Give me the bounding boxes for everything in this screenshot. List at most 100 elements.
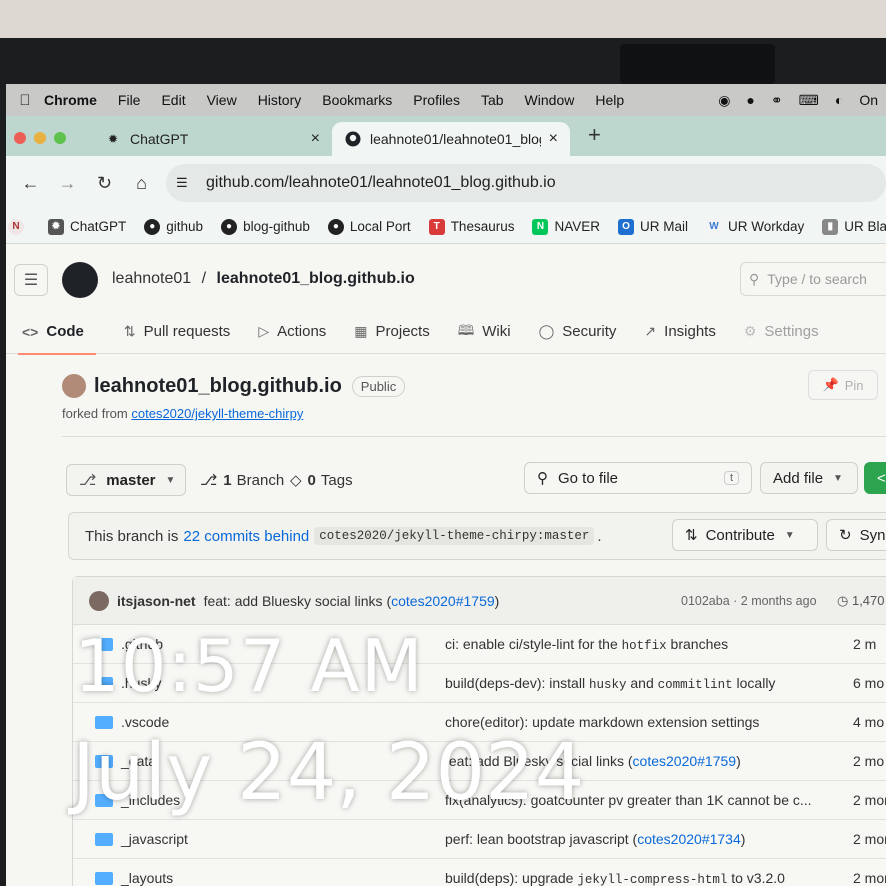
- chevron-down-icon: ▼: [784, 529, 795, 541]
- tab-pull-requests[interactable]: ⇅ Pull requests: [124, 310, 230, 354]
- branches-link[interactable]: ⎇ 1 Branch: [200, 471, 284, 490]
- commits-count[interactable]: ◷ 1,470: [837, 593, 885, 609]
- record-icon[interactable]: ●: [746, 92, 754, 109]
- file-age: 2 mo: [853, 753, 885, 769]
- msg-part: branches: [666, 635, 729, 652]
- commit-message[interactable]: feat: add Bluesky social links (: [204, 593, 392, 609]
- pr-link[interactable]: cotes2020#1734: [637, 831, 741, 847]
- menu-bookmarks[interactable]: Bookmarks: [322, 92, 392, 108]
- naver-icon: N: [532, 218, 549, 235]
- file-row[interactable]: _javascript perf: lean bootstrap javascr…: [73, 820, 886, 859]
- tab-settings[interactable]: ⚙ Settings: [744, 310, 819, 354]
- bookmark-item[interactable]: T Thesaurus: [428, 218, 514, 235]
- tab-code[interactable]: <> Code: [18, 310, 96, 355]
- bookmark-item[interactable]: N NAVER: [532, 218, 600, 235]
- url-text[interactable]: github.com/leahnote01/leahnote01_blog.gi…: [206, 174, 556, 192]
- keyboard-icon[interactable]: ⌨: [799, 92, 819, 109]
- menu-profiles[interactable]: Profiles: [413, 92, 460, 108]
- pin-button[interactable]: 📌 Pin: [808, 370, 878, 400]
- file-commit-message[interactable]: ci: enable ci/style-lint for the hotfix …: [445, 636, 728, 653]
- menu-icon[interactable]: ☰: [14, 264, 48, 296]
- commit-meta[interactable]: 0102aba · 2 months ago: [681, 594, 817, 608]
- go-to-file-input[interactable]: ⚲ Go to file t: [524, 462, 752, 494]
- owner-link[interactable]: leahnote01: [112, 270, 191, 287]
- folder-icon: [95, 871, 113, 885]
- folder-icon: [95, 832, 113, 846]
- github-logo-icon[interactable]: [62, 262, 98, 298]
- msg-part: to v3.2.0: [727, 869, 785, 886]
- file-name[interactable]: _javascript: [121, 831, 188, 847]
- menu-tab[interactable]: Tab: [481, 92, 504, 108]
- bookmark-item[interactable]: ● blog-github: [221, 218, 310, 235]
- menu-history[interactable]: History: [258, 92, 302, 108]
- tray-status-text[interactable]: On: [859, 92, 878, 109]
- sync-fork-button[interactable]: ↻ Syn: [826, 519, 886, 551]
- file-row[interactable]: _layouts build(deps): upgrade jekyll-com…: [73, 859, 886, 886]
- tab-projects[interactable]: ▦ Projects: [354, 310, 429, 354]
- forked-from-link[interactable]: cotes2020/jekyll-theme-chirpy: [131, 406, 303, 421]
- globe-icon: ●: [221, 218, 238, 235]
- file-commit-message[interactable]: build(deps): upgrade jekyll-compress-htm…: [445, 870, 785, 886]
- headphones-icon[interactable]: ⚭: [771, 92, 783, 109]
- repo-name[interactable]: leahnote01_blog.github.io: [94, 375, 342, 398]
- menu-window[interactable]: Window: [525, 92, 575, 108]
- contribute-button[interactable]: ⇅ Contribute ▼: [672, 519, 818, 551]
- menu-app-name[interactable]: Chrome: [44, 92, 97, 108]
- file-age: 2 mon: [853, 792, 886, 808]
- code-button[interactable]: <: [864, 462, 886, 494]
- branch-count: 1: [223, 471, 232, 489]
- site-settings-icon[interactable]: ☰: [176, 175, 200, 191]
- menu-view[interactable]: View: [207, 92, 237, 108]
- minimize-window-icon[interactable]: [34, 132, 46, 144]
- apple-icon[interactable]: : [6, 92, 44, 109]
- tab-github[interactable]: leahnote01/leahnote01_blog.g ×: [332, 122, 570, 156]
- reload-icon[interactable]: ↻: [86, 173, 123, 194]
- menu-file[interactable]: File: [118, 92, 141, 108]
- address-bar[interactable]: ☰ github.com/leahnote01/leahnote01_blog.…: [166, 164, 886, 202]
- tab-wiki[interactable]: 🕮 Wiki: [458, 310, 511, 354]
- msg-part: ): [736, 753, 741, 769]
- branch-select-button[interactable]: ⎇ master ▼: [66, 464, 186, 496]
- close-tab-icon[interactable]: ×: [549, 130, 558, 148]
- bookmark-item[interactable]: O UR Mail: [618, 218, 688, 235]
- zoom-window-icon[interactable]: [54, 132, 66, 144]
- tab-actions[interactable]: ▷ Actions: [258, 310, 326, 354]
- bookmark-item[interactable]: W UR Workday: [706, 218, 804, 235]
- repo-link[interactable]: leahnote01_blog.github.io: [217, 270, 415, 287]
- pr-link[interactable]: cotes2020#1759: [633, 753, 737, 769]
- close-tab-icon[interactable]: ×: [311, 130, 320, 148]
- tag-icon: ◇: [290, 472, 302, 489]
- tab-security[interactable]: ◯ Security: [539, 310, 617, 354]
- breadcrumb-separator: /: [201, 270, 207, 287]
- divider: [62, 436, 886, 437]
- file-commit-message[interactable]: build(deps-dev): install husky and commi…: [445, 675, 775, 692]
- bookmark-item[interactable]: ✹leahnote01ChatGPT: [48, 218, 126, 235]
- commit-author[interactable]: itsjason-net: [117, 593, 196, 609]
- chatgpt-icon: ✹: [48, 218, 64, 235]
- commit-pr-link[interactable]: cotes2020#1759: [391, 593, 495, 609]
- menu-edit[interactable]: Edit: [161, 92, 185, 108]
- tab-chatgpt[interactable]: ✹ ChatGPT ×: [92, 122, 332, 156]
- bookmark-item[interactable]: ● Local Port: [327, 218, 411, 235]
- forward-icon[interactable]: →: [49, 173, 86, 194]
- back-icon[interactable]: ←: [12, 173, 49, 194]
- tab-insights[interactable]: ↗ Insights: [644, 310, 715, 354]
- file-commit-message[interactable]: perf: lean bootstrap javascript (cotes20…: [445, 831, 745, 847]
- avatar: [89, 590, 109, 611]
- new-tab-button[interactable]: +: [588, 122, 601, 156]
- home-icon[interactable]: ⌂: [123, 173, 160, 194]
- grammarly-icon[interactable]: ◉: [718, 92, 730, 109]
- focus-icon[interactable]: ◐: [835, 92, 843, 109]
- bookmark-item[interactable]: ● github: [144, 218, 203, 235]
- add-file-button[interactable]: Add file ▼: [760, 462, 858, 494]
- file-name[interactable]: _layouts: [121, 870, 173, 886]
- commits-behind-link[interactable]: 22 commits behind: [183, 528, 309, 545]
- msg-code: commitlint: [657, 677, 733, 692]
- search-input[interactable]: ⚲ Type / to search: [740, 262, 886, 296]
- bookmark-item[interactable]: ▮ UR Blackbo: [822, 218, 886, 235]
- menu-help[interactable]: Help: [595, 92, 624, 108]
- tags-link[interactable]: ◇ 0 Tags: [290, 471, 353, 490]
- close-window-icon[interactable]: [14, 132, 26, 144]
- blackboard-icon: ▮: [822, 218, 839, 235]
- bookmark-ndw[interactable]: N: [8, 218, 30, 235]
